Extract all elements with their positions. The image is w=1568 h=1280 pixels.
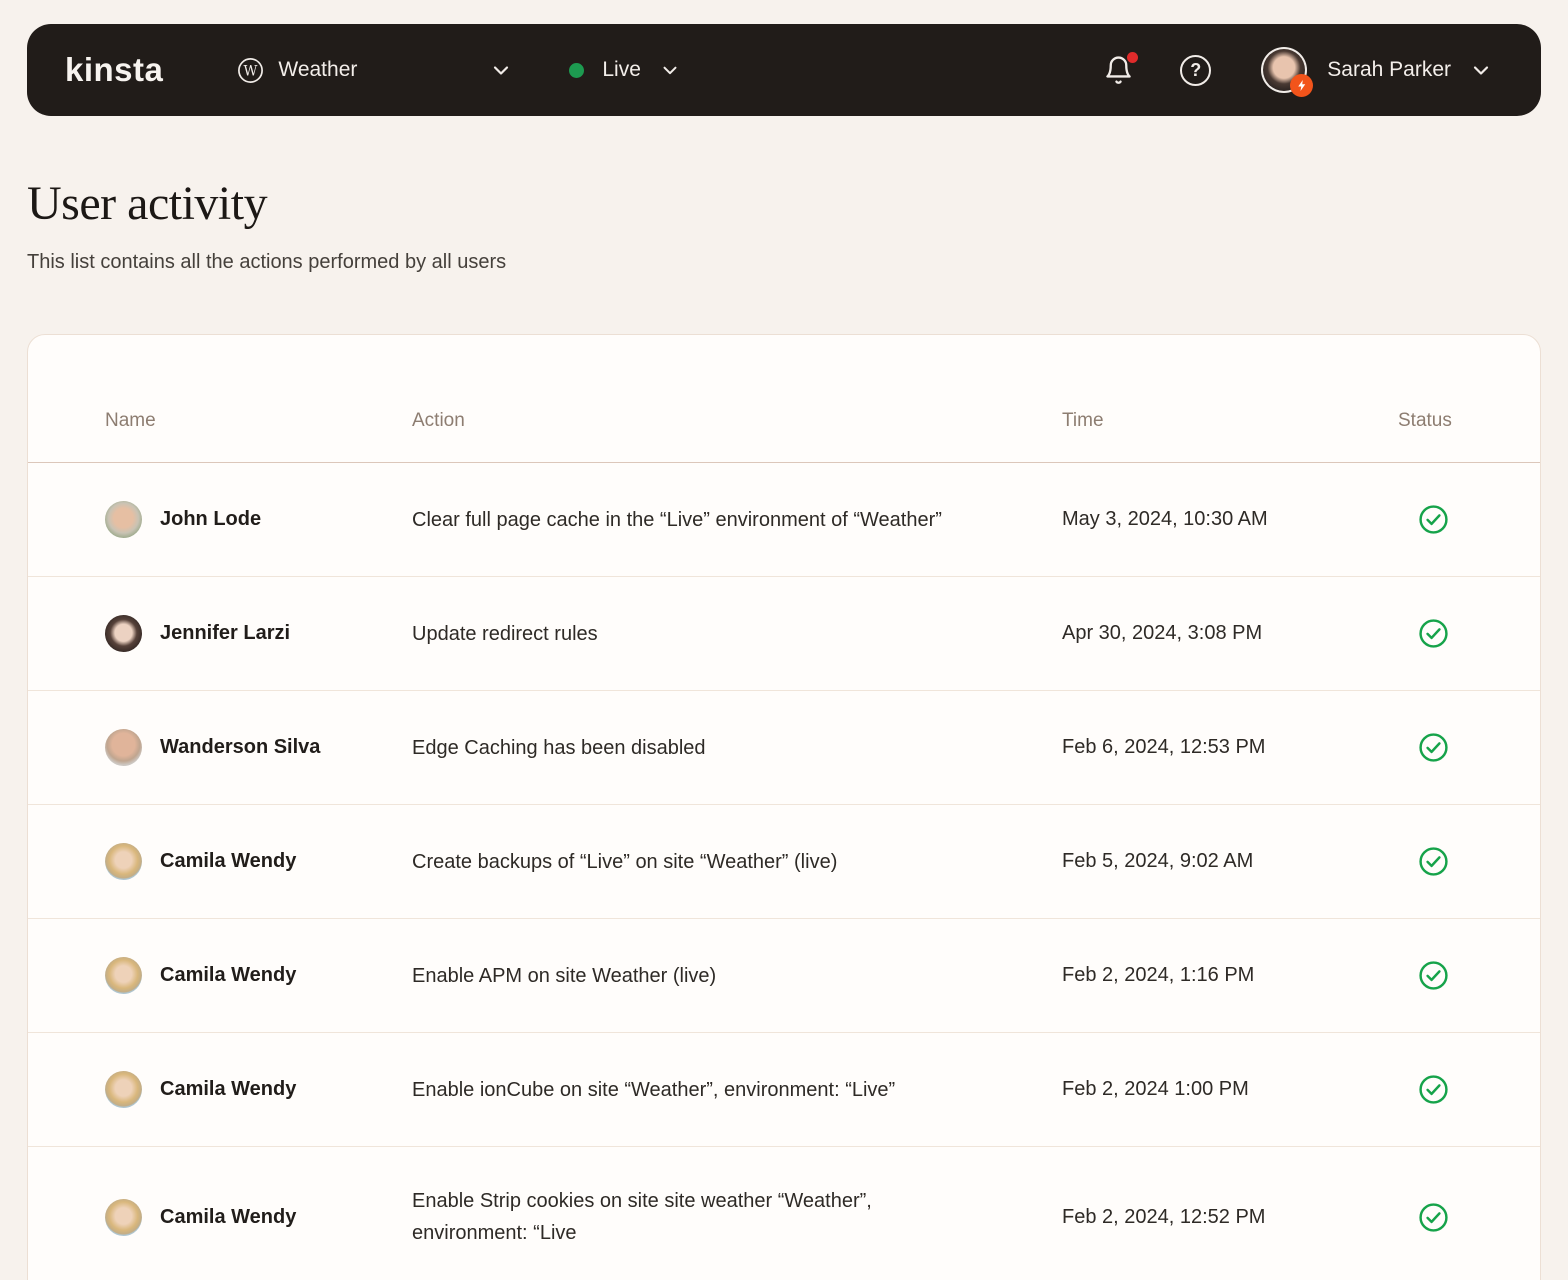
chevron-down-icon [659, 59, 681, 81]
wordpress-icon: W [237, 57, 264, 84]
help-button[interactable]: ? [1180, 54, 1212, 86]
topbar-right-cluster: ? Sarah Parker [1103, 47, 1493, 97]
success-check-icon [1418, 732, 1449, 763]
success-check-icon [1418, 618, 1449, 649]
success-check-icon [1418, 504, 1449, 535]
action-description: Clear full page cache in the “Live” envi… [412, 508, 942, 531]
table-row: Camila Wendy Create backups of “Live” on… [28, 804, 1540, 918]
action-description: Enable APM on site Weather (live) [412, 964, 717, 987]
user-name: Camila Wendy [160, 1205, 297, 1228]
page-title: User activity [27, 177, 268, 230]
table-header-row: Name Action Time Status [28, 335, 1540, 463]
lightning-badge-icon [1290, 74, 1314, 97]
avatar [105, 843, 142, 880]
timestamp: Feb 2, 2024, 1:16 PM [1062, 964, 1255, 986]
action-description: Update redirect rules [412, 622, 598, 645]
user-avatar [1261, 47, 1314, 97]
user-activity-card: Name Action Time Status John Lode Clear … [27, 334, 1541, 1280]
environment-selector-dropdown[interactable]: Live [569, 58, 681, 82]
question-mark-icon: ? [1190, 59, 1202, 80]
success-check-icon [1418, 1202, 1449, 1233]
avatar [105, 615, 142, 652]
timestamp: May 3, 2024, 10:30 AM [1062, 508, 1268, 530]
user-menu[interactable]: Sarah Parker [1261, 47, 1493, 97]
action-description: Enable ionCube on site “Weather”, enviro… [412, 1078, 896, 1101]
page-subtitle: This list contains all the actions perfo… [27, 251, 507, 273]
chevron-down-icon [489, 58, 513, 82]
user-name: Jennifer Larzi [160, 622, 291, 644]
table-row: Camila Wendy Enable ionCube on site “Wea… [28, 1032, 1540, 1146]
page-header: User activity This list contains all the… [27, 176, 1541, 274]
topbar: kinsta W Weather Live ? Sarah Parker [27, 24, 1541, 116]
avatar [105, 957, 142, 994]
avatar [105, 501, 142, 538]
site-selector-label: Weather [278, 58, 358, 81]
timestamp: Feb 6, 2024, 12:53 PM [1062, 736, 1266, 758]
environment-selector-label: Live [602, 58, 641, 81]
timestamp: Feb 2, 2024, 12:52 PM [1062, 1205, 1266, 1228]
user-name: Wanderson Silva [160, 736, 321, 758]
user-name: Camila Wendy [160, 964, 297, 986]
success-check-icon [1418, 960, 1449, 991]
user-name: Camila Wendy [160, 1078, 297, 1100]
table-row: Wanderson Silva Edge Caching has been di… [28, 690, 1540, 804]
user-name: Sarah Parker [1327, 58, 1451, 81]
column-header-time: Time [1062, 410, 1104, 431]
user-name: John Lode [160, 508, 262, 530]
column-header-status: Status [1398, 410, 1452, 431]
svg-text:W: W [244, 63, 258, 79]
column-header-name: Name [105, 410, 156, 431]
table-row: John Lode Clear full page cache in the “… [28, 463, 1540, 576]
column-header-action: Action [412, 410, 465, 431]
table-row: Camila Wendy Enable APM on site Weather … [28, 918, 1540, 1032]
timestamp: Feb 5, 2024, 9:02 AM [1062, 850, 1254, 872]
action-description: Edge Caching has been disabled [412, 736, 706, 759]
notifications-button[interactable] [1103, 51, 1139, 86]
user-name: Camila Wendy [160, 850, 297, 872]
kinsta-logo: kinsta [65, 51, 164, 88]
avatar [105, 1198, 142, 1236]
avatar [105, 729, 142, 766]
success-check-icon [1418, 846, 1449, 877]
action-description: Create backups of “Live” on site “Weathe… [412, 850, 838, 873]
notification-badge-dot [1127, 51, 1139, 63]
table-row: Camila Wendy Enable Strip cookies on sit… [28, 1146, 1540, 1280]
live-status-dot-icon [569, 62, 585, 78]
success-check-icon [1418, 1074, 1449, 1105]
timestamp: Apr 30, 2024, 3:08 PM [1062, 622, 1263, 644]
table-row: Jennifer Larzi Update redirect rules Apr… [28, 576, 1540, 690]
action-description: Enable Strip cookies on site site weathe… [412, 1190, 872, 1244]
chevron-down-icon [1469, 58, 1493, 82]
avatar [105, 1071, 142, 1108]
site-selector-dropdown[interactable]: W Weather [237, 57, 513, 84]
timestamp: Feb 2, 2024 1:00 PM [1062, 1078, 1249, 1100]
